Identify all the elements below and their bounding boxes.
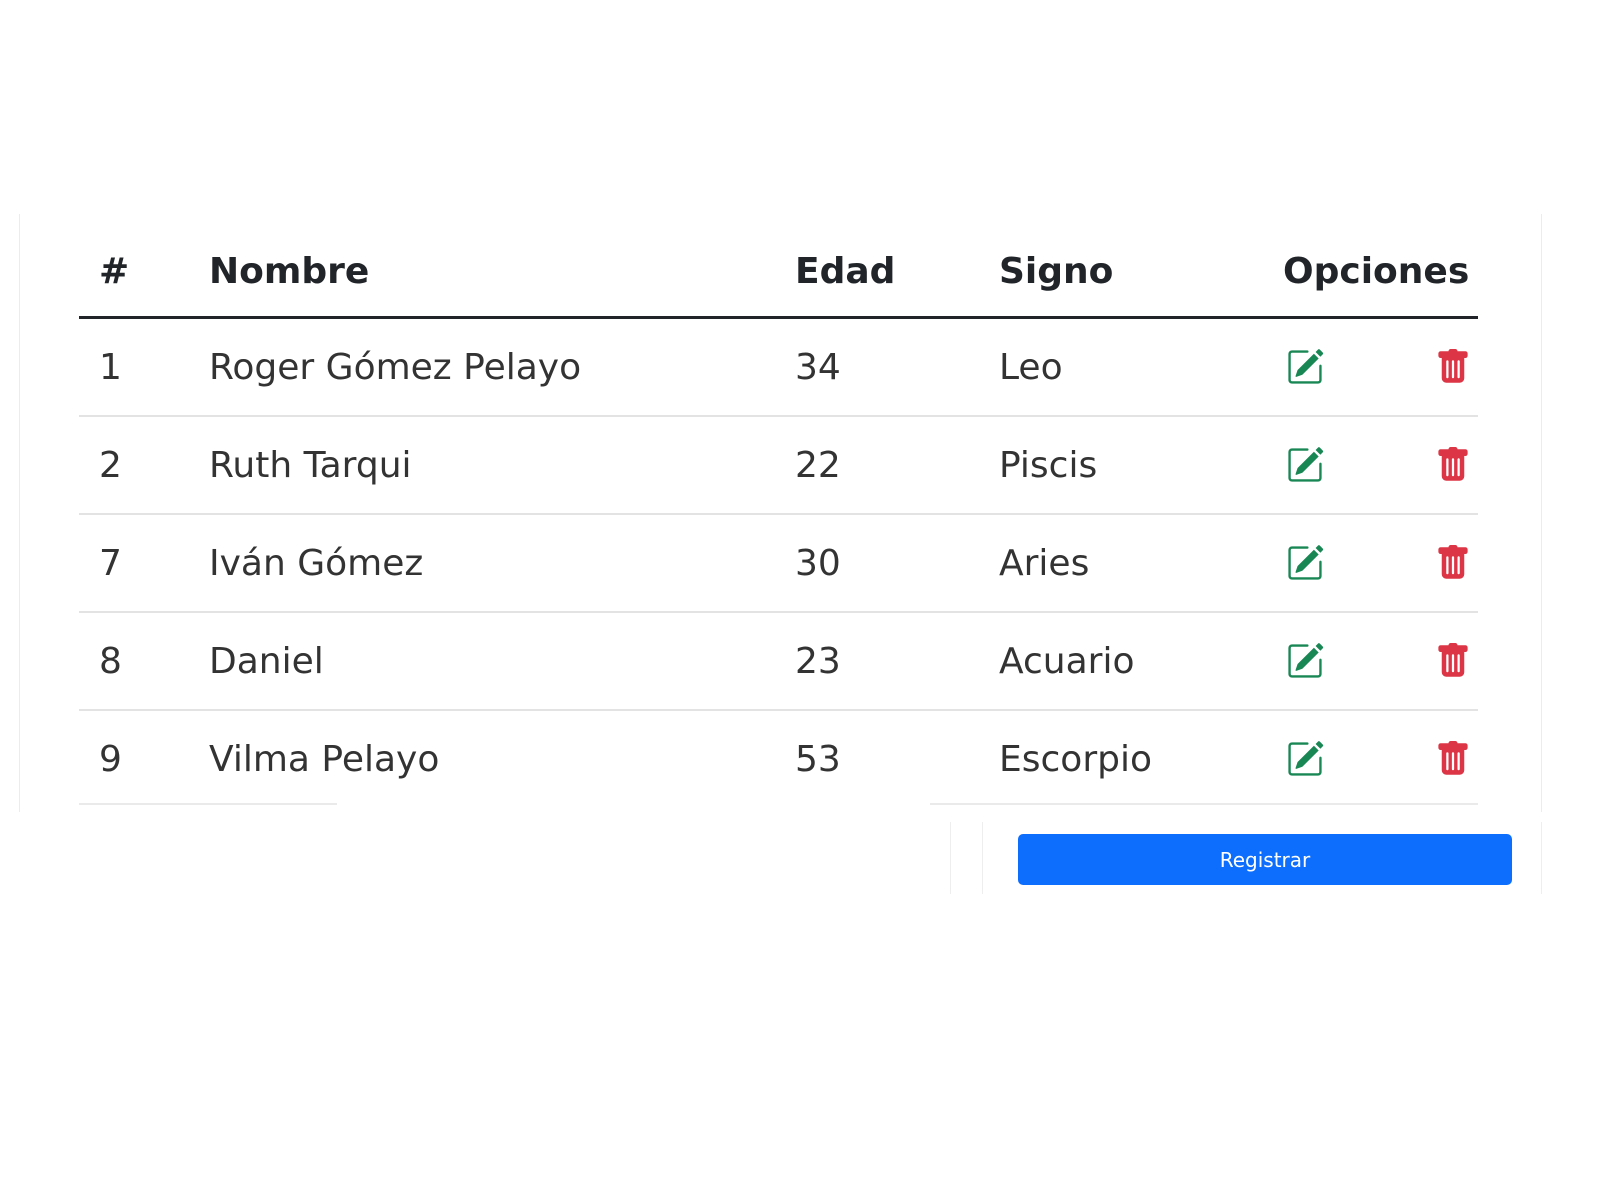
cell-number: 1 (79, 317, 189, 417)
cell-options (1263, 416, 1478, 515)
cell-number: 9 (99, 738, 122, 780)
table-header-row: # Nombre Edad Signo Opciones (79, 226, 1478, 319)
table-row: 9 Vilma Pelayo 53 Escorpio (79, 710, 1478, 807)
cell-options (1263, 710, 1478, 807)
row-divider (79, 803, 337, 805)
trash-icon[interactable] (1433, 445, 1473, 485)
cell-number: 7 (79, 514, 189, 613)
field-divider (950, 822, 951, 894)
faded-input-area[interactable] (30, 822, 950, 894)
header-options: Opciones (1263, 226, 1478, 319)
cell-sign: Escorpio (999, 738, 1152, 780)
cell-age: 22 (775, 416, 979, 515)
cell-options (1263, 612, 1478, 711)
edit-icon[interactable] (1285, 445, 1325, 485)
register-form: Registrar (30, 822, 1542, 894)
trash-icon[interactable] (1433, 739, 1473, 779)
cell-name: Ruth Tarqui (189, 416, 775, 515)
header-sign: Signo (979, 226, 1263, 319)
cell-sign: Leo (979, 317, 1263, 417)
cell-age: 34 (775, 317, 979, 417)
edit-icon[interactable] (1285, 641, 1325, 681)
cell-options (1263, 514, 1478, 613)
cell-age: 23 (775, 612, 979, 711)
trash-icon[interactable] (1433, 543, 1473, 583)
header-name: Nombre (189, 226, 775, 319)
field-divider (982, 822, 983, 894)
cell-options (1263, 317, 1478, 417)
trash-icon[interactable] (1433, 641, 1473, 681)
edit-icon[interactable] (1285, 543, 1325, 583)
row-divider (930, 803, 1478, 805)
cell-name: Daniel (189, 612, 775, 711)
edit-icon[interactable] (1285, 739, 1325, 779)
cell-age: 53 (795, 738, 841, 780)
field-divider (1541, 822, 1542, 894)
cell-name: Roger Gómez Pelayo (189, 317, 775, 417)
cell-number: 8 (79, 612, 189, 711)
table-row: 2 Ruth Tarqui 22 Piscis (79, 416, 1478, 515)
trash-icon[interactable] (1433, 347, 1473, 387)
cell-age: 30 (775, 514, 979, 613)
table-body: 1 Roger Gómez Pelayo 34 Leo 2 Ruth Tarqu… (79, 317, 1478, 808)
cell-number: 2 (79, 416, 189, 515)
header-number: # (79, 226, 189, 319)
cell-sign: Acuario (979, 612, 1263, 711)
table-header: # Nombre Edad Signo Opciones (79, 226, 1478, 319)
table-row: 8 Daniel 23 Acuario (79, 612, 1478, 711)
edit-icon[interactable] (1285, 347, 1325, 387)
table-row: 1 Roger Gómez Pelayo 34 Leo (79, 317, 1478, 417)
cell-name: Vilma Pelayo (209, 738, 440, 780)
cell-sign: Piscis (979, 416, 1263, 515)
table-row: 7 Iván Gómez 30 Aries (79, 514, 1478, 613)
people-table: # Nombre Edad Signo Opciones 1 Roger Góm… (79, 226, 1478, 807)
cell-sign: Aries (979, 514, 1263, 613)
panel-left-edge (19, 214, 20, 812)
panel-right-edge (1541, 214, 1542, 812)
cell-name: Iván Gómez (189, 514, 775, 613)
header-age: Edad (775, 226, 979, 319)
register-button[interactable]: Registrar (1018, 834, 1512, 885)
